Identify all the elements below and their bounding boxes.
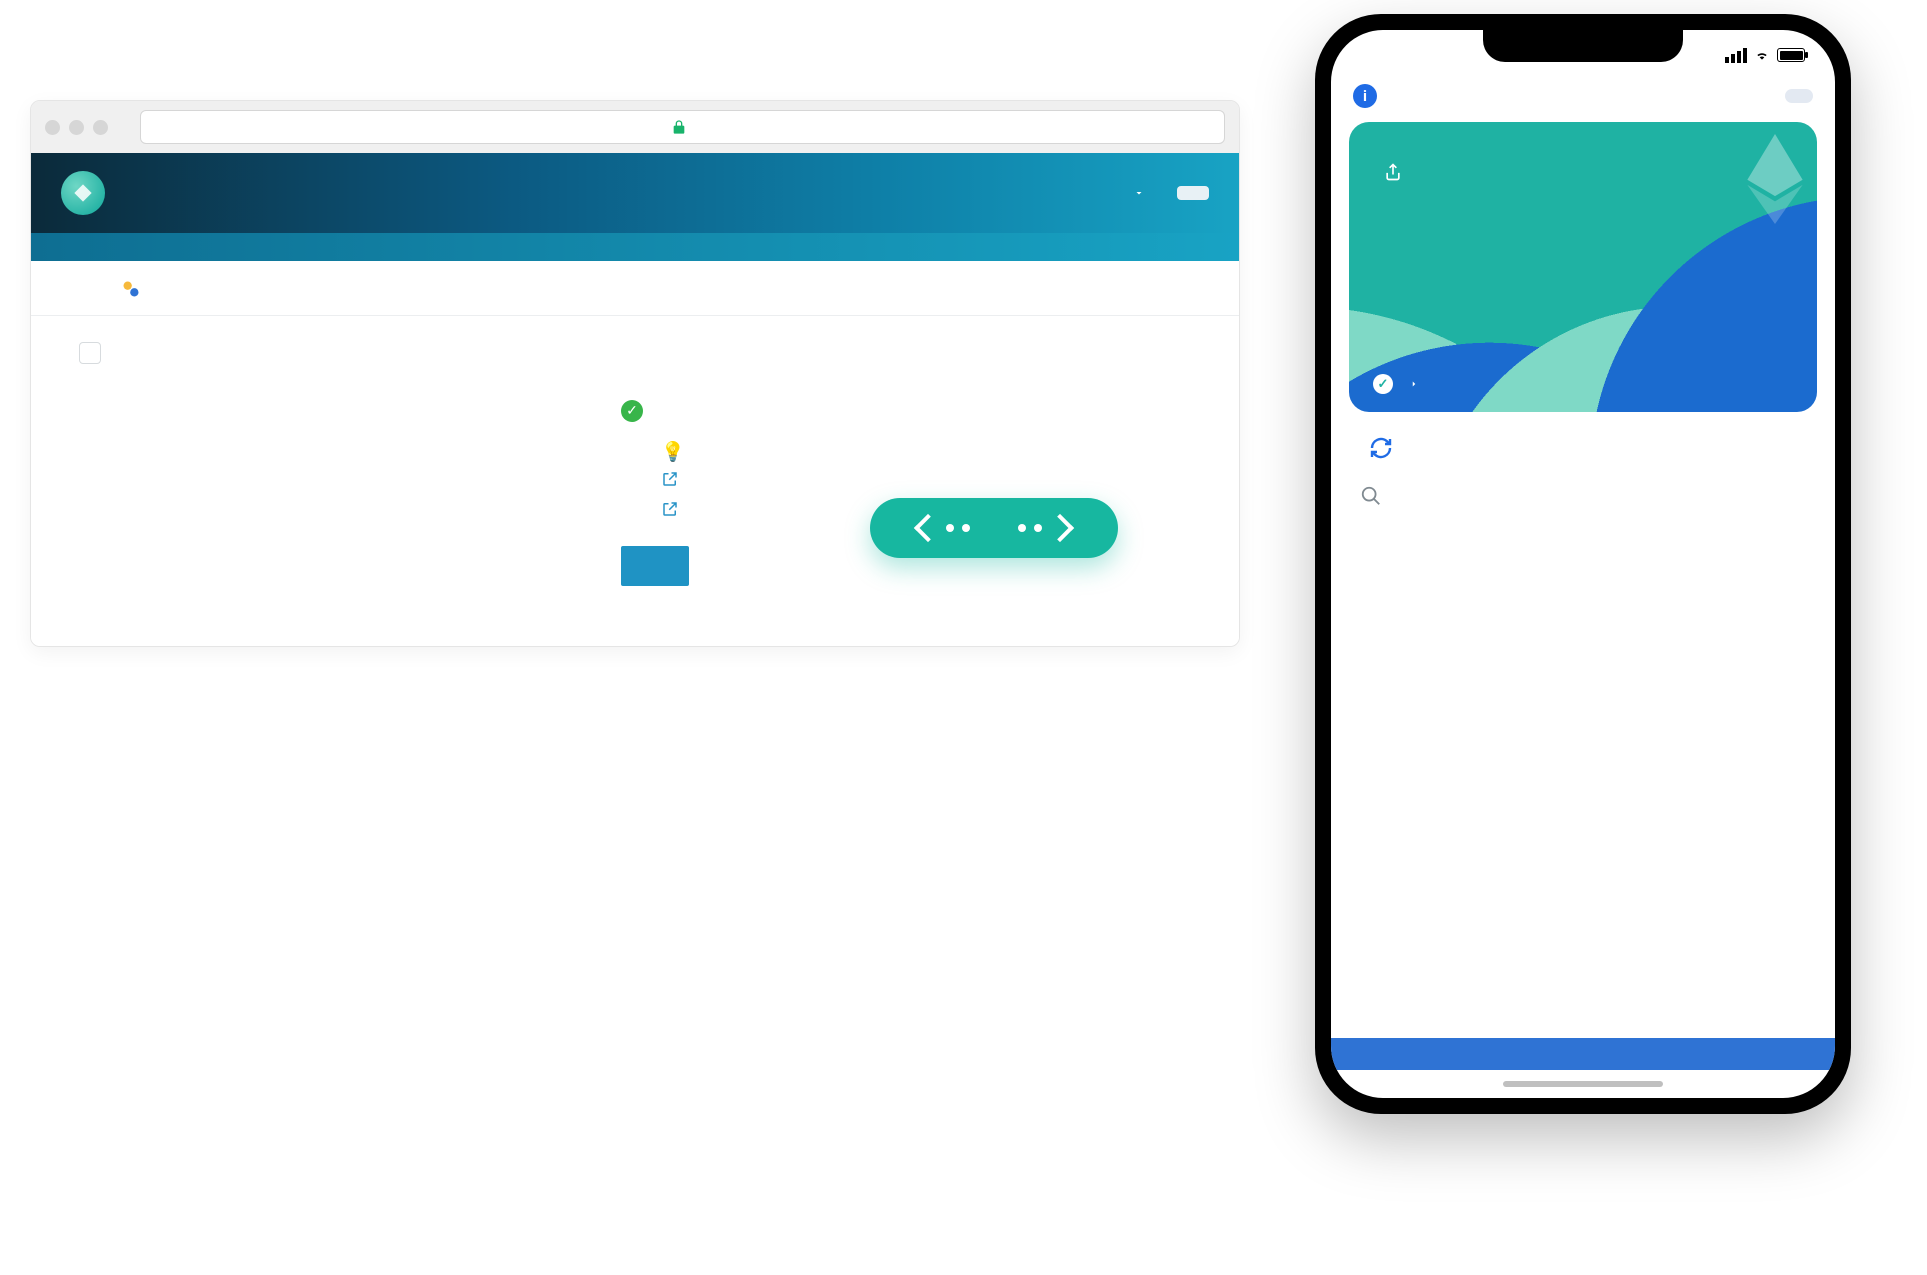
- lightbulb-icon: 💡: [661, 440, 679, 458]
- dot-icon: [1018, 524, 1026, 532]
- language-select[interactable]: [1117, 183, 1155, 203]
- dot-icon: [1034, 524, 1042, 532]
- wifi-icon: [1753, 48, 1771, 62]
- connection-bar: [1331, 1038, 1835, 1070]
- chevron-left-icon: [914, 514, 942, 542]
- dot-icon: [962, 524, 970, 532]
- buy-ether-button[interactable]: [1785, 89, 1813, 103]
- recommended-row: ✓: [621, 400, 1179, 422]
- phone-notch: [1483, 30, 1683, 62]
- access-method-column: [151, 386, 571, 586]
- app-header-bar: [31, 153, 1239, 233]
- tab-swap[interactable]: [121, 279, 147, 315]
- collapse-toggle-icon[interactable]: [79, 342, 101, 364]
- chevron-right-icon: [1046, 514, 1074, 542]
- browser-window: ✓ 💡: [30, 100, 1240, 647]
- search-icon: [1360, 485, 1382, 507]
- address-row[interactable]: [1373, 162, 1793, 182]
- network-status-strip: [31, 233, 1239, 261]
- check-circle-icon: ✓: [621, 400, 643, 422]
- share-icon[interactable]: [1383, 162, 1403, 182]
- pill-right-arrows: [1018, 518, 1070, 538]
- url-bar[interactable]: [140, 110, 1225, 144]
- balance-card[interactable]: ✓: [1349, 122, 1817, 412]
- tokens-header: [1331, 412, 1835, 466]
- p2p-connection-pill: [870, 498, 1118, 558]
- backed-up-row[interactable]: ✓: [1373, 374, 1419, 394]
- shield-check-icon: ✓: [1373, 374, 1393, 394]
- nav-tabs: [31, 261, 1239, 316]
- info-icon[interactable]: i: [1353, 84, 1377, 108]
- link-howto[interactable]: 💡: [661, 440, 1179, 458]
- browser-chrome: [31, 101, 1239, 153]
- app-logo[interactable]: [61, 171, 119, 215]
- system-icons: [1725, 48, 1805, 63]
- close-dot[interactable]: [45, 120, 60, 135]
- traffic-lights: [45, 120, 108, 135]
- battery-icon: [1777, 48, 1805, 62]
- signal-icon: [1725, 48, 1747, 63]
- external-link-icon: [661, 470, 679, 488]
- chevron-right-icon: [1409, 379, 1419, 389]
- pill-left-arrows: [918, 518, 970, 538]
- external-link-icon: [661, 500, 679, 518]
- lock-icon: [671, 118, 687, 136]
- token-search[interactable]: [1353, 476, 1813, 516]
- connect-button[interactable]: [621, 546, 689, 586]
- page-title-row: [31, 316, 1239, 386]
- app-header: i: [1331, 80, 1835, 122]
- logo-icon: [61, 171, 105, 215]
- phone-mock: i ✓: [1315, 14, 1851, 1114]
- refresh-icon[interactable]: [1369, 436, 1393, 460]
- dot-icon: [946, 524, 954, 532]
- home-indicator: [1331, 1070, 1835, 1098]
- token-list: [1331, 520, 1835, 526]
- phone-screen: i ✓: [1331, 30, 1835, 1098]
- link-ios[interactable]: [661, 470, 1179, 488]
- chevron-down-icon: [1133, 187, 1145, 199]
- minimize-dot[interactable]: [69, 120, 84, 135]
- ethereum-logo-icon: [1745, 134, 1805, 224]
- maximize-dot[interactable]: [93, 120, 108, 135]
- swap-icon: [121, 279, 141, 299]
- gas-price-pill[interactable]: [1177, 186, 1209, 200]
